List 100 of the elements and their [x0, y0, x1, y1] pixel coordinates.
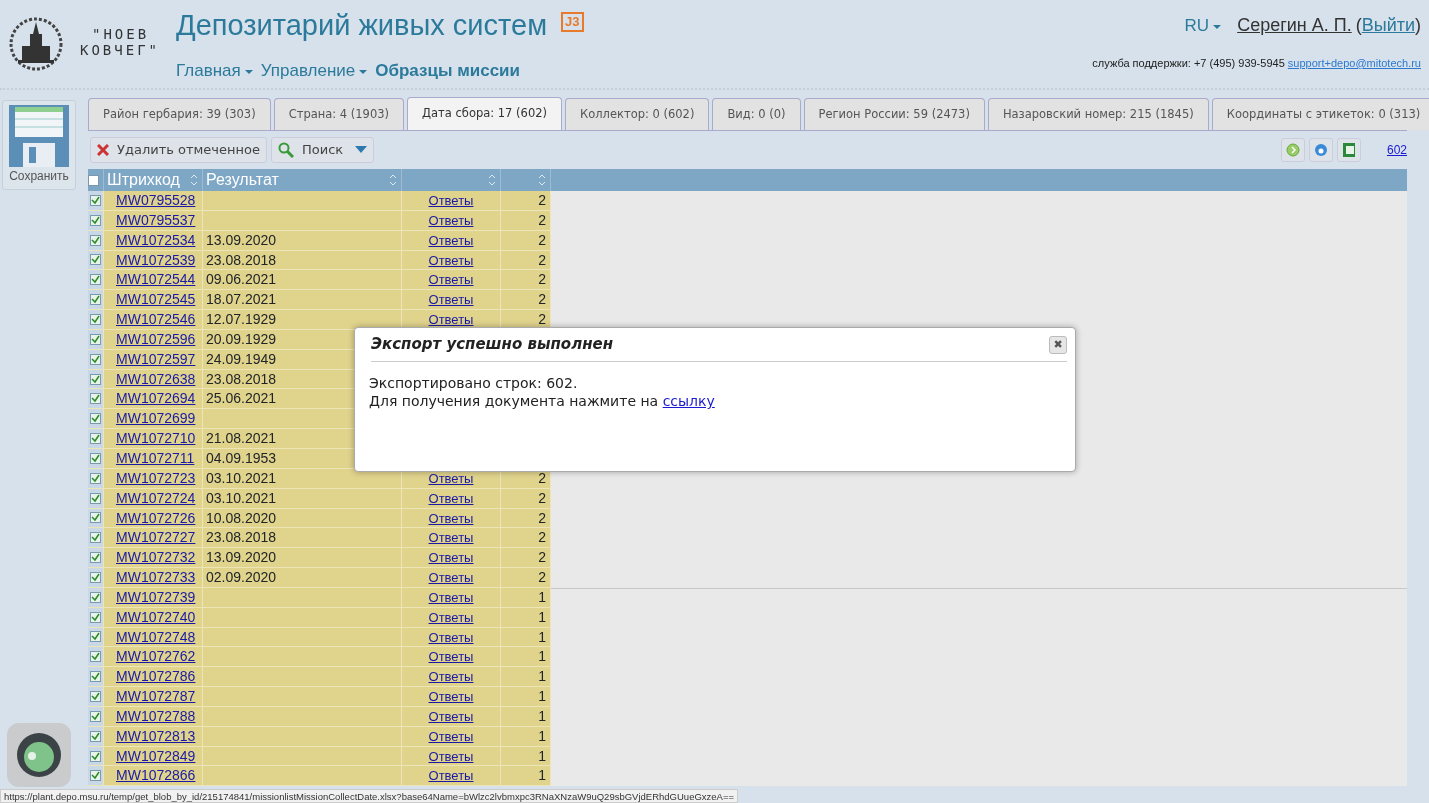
- answers-link[interactable]: Ответы: [428, 530, 474, 546]
- barcode-link[interactable]: MW1072710: [116, 430, 196, 447]
- barcode-link[interactable]: MW1072596: [116, 330, 196, 347]
- download-link[interactable]: ссылку: [662, 393, 715, 409]
- row-checkbox[interactable]: [90, 532, 101, 544]
- row-checkbox[interactable]: [90, 631, 101, 643]
- row-checkbox[interactable]: [90, 472, 101, 484]
- barcode-link[interactable]: MW0795528: [116, 192, 196, 208]
- refresh-button[interactable]: [1308, 138, 1333, 162]
- search-button[interactable]: Поиск: [270, 137, 375, 163]
- answers-link[interactable]: Ответы: [428, 768, 474, 784]
- tab[interactable]: Назаровский номер: 215 (1845): [987, 98, 1209, 130]
- row-checkbox[interactable]: [90, 333, 101, 345]
- barcode-link[interactable]: MW1072727: [116, 529, 196, 546]
- answers-link[interactable]: Ответы: [428, 193, 474, 208]
- barcode-link[interactable]: MW1072539: [116, 251, 196, 268]
- tab[interactable]: Район гербария: 39 (303): [88, 98, 271, 130]
- barcode-link[interactable]: MW1072787: [116, 688, 196, 705]
- barcode-link[interactable]: MW1072724: [116, 489, 196, 506]
- row-checkbox[interactable]: [90, 254, 101, 266]
- barcode-link[interactable]: MW1072694: [116, 390, 196, 407]
- barcode-link[interactable]: MW1072534: [116, 231, 196, 248]
- barcode-link[interactable]: MW0795537: [116, 211, 196, 228]
- tab[interactable]: Координаты с этикеток: 0 (313): [1211, 98, 1429, 130]
- row-checkbox[interactable]: [90, 413, 101, 425]
- barcode-link[interactable]: MW1072813: [116, 727, 196, 744]
- answers-link[interactable]: Ответы: [428, 272, 474, 288]
- answers-link[interactable]: Ответы: [428, 252, 474, 268]
- row-checkbox[interactable]: [90, 373, 101, 385]
- logout-link[interactable]: Выйти: [1361, 15, 1415, 35]
- answers-link[interactable]: Ответы: [428, 649, 474, 665]
- select-all-checkbox[interactable]: [88, 174, 99, 186]
- row-checkbox[interactable]: [90, 730, 101, 742]
- row-checkbox[interactable]: [90, 492, 101, 504]
- barcode-link[interactable]: MW1072762: [116, 648, 196, 665]
- user-link[interactable]: Серегин А. П.: [1237, 15, 1352, 35]
- row-checkbox[interactable]: [90, 214, 101, 226]
- answers-link[interactable]: Ответы: [428, 748, 474, 764]
- answers-link[interactable]: Ответы: [428, 708, 474, 724]
- row-checkbox[interactable]: [90, 194, 101, 206]
- answers-link[interactable]: Ответы: [428, 629, 474, 645]
- row-checkbox[interactable]: [90, 294, 101, 306]
- barcode-link[interactable]: MW1072711: [116, 449, 195, 466]
- row-checkbox[interactable]: [90, 770, 101, 782]
- answers-link[interactable]: Ответы: [428, 669, 474, 685]
- answers-link[interactable]: Ответы: [428, 312, 474, 328]
- row-checkbox[interactable]: [90, 691, 101, 702]
- row-checkbox[interactable]: [90, 651, 101, 663]
- row-checkbox[interactable]: [90, 452, 101, 464]
- save-button[interactable]: Сохранить: [2, 100, 76, 190]
- answers-link[interactable]: Ответы: [428, 570, 474, 586]
- barcode-link[interactable]: MW1072597: [116, 350, 196, 367]
- row-checkbox[interactable]: [90, 234, 101, 246]
- total-count-link[interactable]: 602: [1386, 141, 1407, 159]
- barcode-link[interactable]: MW1072866: [116, 767, 196, 784]
- answers-link[interactable]: Ответы: [428, 232, 474, 248]
- barcode-link[interactable]: MW1072638: [116, 370, 196, 387]
- barcode-link[interactable]: MW1072545: [116, 291, 196, 308]
- answers-link[interactable]: Ответы: [428, 510, 474, 526]
- barcode-link[interactable]: MW1072726: [116, 509, 196, 526]
- floating-button[interactable]: [7, 723, 71, 787]
- row-checkbox[interactable]: [90, 353, 101, 365]
- barcode-link[interactable]: MW1072733: [116, 569, 196, 586]
- row-checkbox[interactable]: [90, 611, 101, 623]
- tab[interactable]: Страна: 4 (1903): [273, 98, 405, 130]
- barcode-link[interactable]: MW1072849: [116, 747, 196, 764]
- barcode-link[interactable]: MW1072748: [116, 628, 196, 645]
- tab[interactable]: Регион России: 59 (2473): [803, 98, 985, 130]
- answers-link[interactable]: Ответы: [428, 550, 474, 566]
- barcode-link[interactable]: MW1072732: [116, 549, 196, 566]
- answers-link[interactable]: Ответы: [428, 589, 474, 605]
- row-checkbox[interactable]: [90, 314, 101, 325]
- barcode-link[interactable]: MW1072699: [116, 410, 196, 427]
- answers-link[interactable]: Ответы: [428, 490, 474, 506]
- row-checkbox[interactable]: [90, 571, 101, 583]
- nav-link[interactable]: Образцы миссии: [375, 58, 520, 84]
- barcode-link[interactable]: MW1072546: [116, 311, 196, 328]
- answers-link[interactable]: Ответы: [428, 212, 474, 228]
- row-checkbox[interactable]: [90, 512, 101, 524]
- delete-selected-button[interactable]: Удалить отмеченное: [90, 137, 267, 163]
- barcode-link[interactable]: MW1072739: [116, 588, 196, 605]
- barcode-link[interactable]: MW1072786: [116, 668, 196, 685]
- answers-link[interactable]: Ответы: [428, 292, 474, 308]
- close-button[interactable]: ✖: [1049, 335, 1067, 354]
- excel-button[interactable]: [1336, 138, 1361, 162]
- barcode-link[interactable]: MW1072740: [116, 608, 196, 625]
- barcode-link[interactable]: MW1072723: [116, 469, 196, 486]
- row-checkbox[interactable]: [90, 750, 101, 762]
- nav-link[interactable]: Управление: [260, 58, 368, 84]
- tab[interactable]: Вид: 0 (0): [712, 98, 801, 130]
- row-checkbox[interactable]: [90, 671, 101, 683]
- answers-link[interactable]: Ответы: [428, 689, 474, 705]
- tab[interactable]: Коллектор: 0 (602): [565, 98, 710, 130]
- barcode-link[interactable]: MW1072544: [116, 271, 196, 288]
- row-checkbox[interactable]: [90, 393, 101, 405]
- tab[interactable]: Дата сбора: 17 (602): [407, 97, 563, 130]
- answers-link[interactable]: Ответы: [428, 609, 474, 625]
- nav-link[interactable]: Главная: [176, 58, 253, 84]
- row-checkbox[interactable]: [90, 433, 101, 445]
- answers-link[interactable]: Ответы: [428, 470, 474, 486]
